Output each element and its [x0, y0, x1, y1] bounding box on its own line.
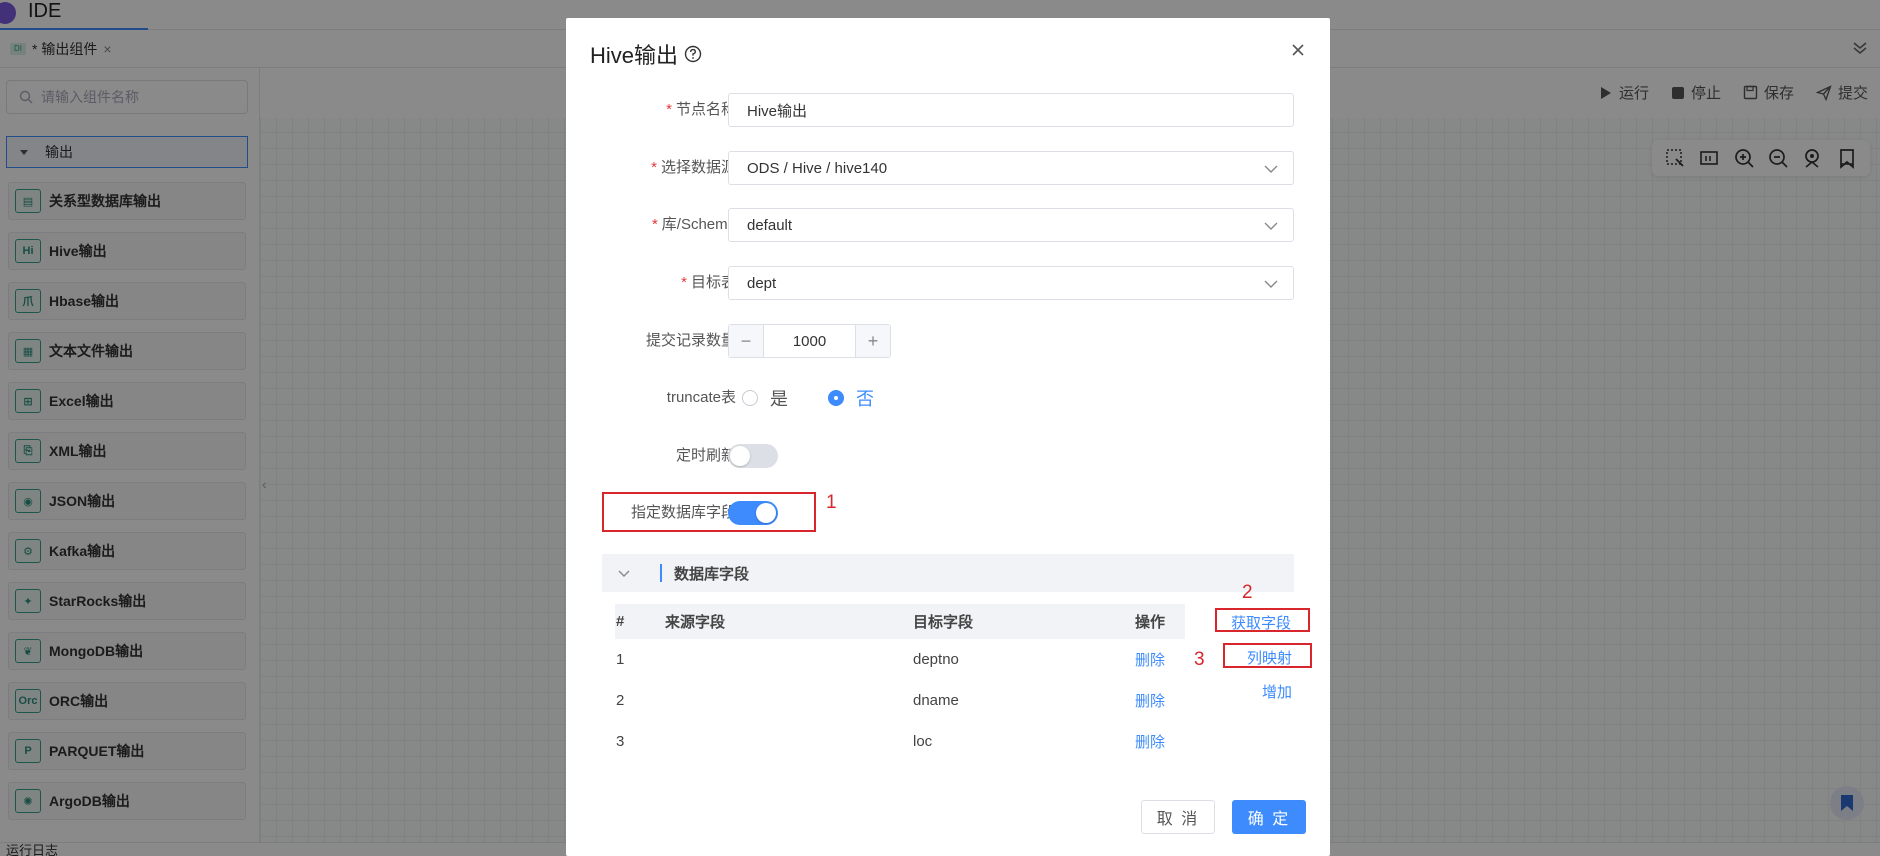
target-field-cell: loc [913, 733, 933, 750]
commit-count-label: 提交记录数量 [645, 332, 736, 349]
annotation-number-1: 1 [826, 492, 837, 513]
source-field-cell[interactable] [665, 680, 913, 721]
add-row-link[interactable]: 增加 [1262, 681, 1292, 702]
datasource-row: * 选择数据源 ODS / Hive / hive140 [566, 151, 1330, 185]
decrement-button[interactable]: − [729, 325, 764, 357]
delete-link[interactable]: 删除 [1135, 652, 1165, 669]
column-header-action: 操作 [1135, 604, 1185, 639]
column-header-target: 目标字段 [913, 604, 1135, 639]
hive-output-dialog: Hive输出 * 节点名称 Hive输出 * 选择数据源 ODS / Hive / … [566, 18, 1330, 856]
source-field-cell[interactable] [665, 721, 913, 762]
column-mapping-link[interactable]: 列映射 [1247, 647, 1292, 668]
section-title: 数据库字段 [674, 565, 750, 583]
dialog-title: Hive输出 [590, 38, 702, 70]
confirm-button[interactable]: 确 定 [1232, 800, 1306, 834]
truncate-yes-radio[interactable]: 是 [742, 385, 788, 411]
truncate-row: truncate表 是 否 [566, 381, 1330, 415]
node-name-row: * 节点名称 Hive输出 [566, 93, 1330, 127]
timed-refresh-row: 定时刷新 [566, 439, 1330, 473]
column-header-source: 来源字段 [665, 604, 913, 639]
annotation-number-3: 3 [1194, 649, 1205, 670]
truncate-no-radio[interactable]: 否 [828, 385, 874, 411]
target-field-cell: deptno [913, 651, 959, 668]
table-row: 1 deptno 删除 [615, 639, 1185, 680]
annotation-box-1 [602, 492, 816, 532]
datasource-label: * 选择数据源 [651, 159, 736, 176]
schema-select[interactable]: default [728, 208, 1294, 242]
commit-count-row: 提交记录数量 − 1000 + [566, 324, 1330, 358]
node-name-label: * 节点名称 [666, 101, 736, 118]
table-row: 2 dname 删除 [615, 680, 1185, 721]
increment-button[interactable]: + [855, 325, 890, 357]
target-field-cell: dname [913, 692, 959, 709]
close-icon[interactable] [1288, 40, 1308, 60]
fetch-fields-link[interactable]: 获取字段 [1231, 612, 1291, 633]
schema-row: * 库/Schema default [566, 208, 1330, 242]
column-header-index: # [615, 604, 665, 639]
help-icon[interactable] [684, 45, 702, 63]
source-field-cell[interactable] [665, 639, 913, 680]
truncate-label: truncate表 [666, 389, 736, 406]
delete-link[interactable]: 删除 [1135, 734, 1165, 751]
chevron-down-icon [618, 570, 630, 577]
table-row: 3 loc 删除 [615, 721, 1185, 762]
field-mapping-table: # 来源字段 目标字段 操作 1 deptno 删除 2 dname 删除 3 [615, 604, 1185, 762]
datasource-select[interactable]: ODS / Hive / hive140 [728, 151, 1294, 185]
target-table-select[interactable]: dept [728, 266, 1294, 300]
delete-link[interactable]: 删除 [1135, 693, 1165, 710]
timed-refresh-switch[interactable] [728, 444, 778, 468]
table-header-row: # 来源字段 目标字段 操作 [615, 604, 1185, 639]
truncate-radio-group: 是 否 [742, 381, 914, 415]
commit-count-value[interactable]: 1000 [764, 325, 855, 357]
node-name-input[interactable]: Hive输出 [728, 93, 1294, 127]
commit-count-stepper: − 1000 + [728, 324, 891, 358]
cancel-button[interactable]: 取 消 [1141, 800, 1215, 834]
target-table-row: * 目标表 dept [566, 266, 1330, 300]
schema-label: * 库/Schema [651, 216, 736, 233]
chevron-down-icon [1264, 222, 1278, 230]
annotation-number-2: 2 [1242, 582, 1253, 603]
db-fields-section-header[interactable]: 数据库字段 [602, 554, 1294, 592]
chevron-down-icon [1264, 165, 1278, 173]
chevron-down-icon [1264, 280, 1278, 288]
timed-refresh-label: 定时刷新 [675, 447, 736, 464]
